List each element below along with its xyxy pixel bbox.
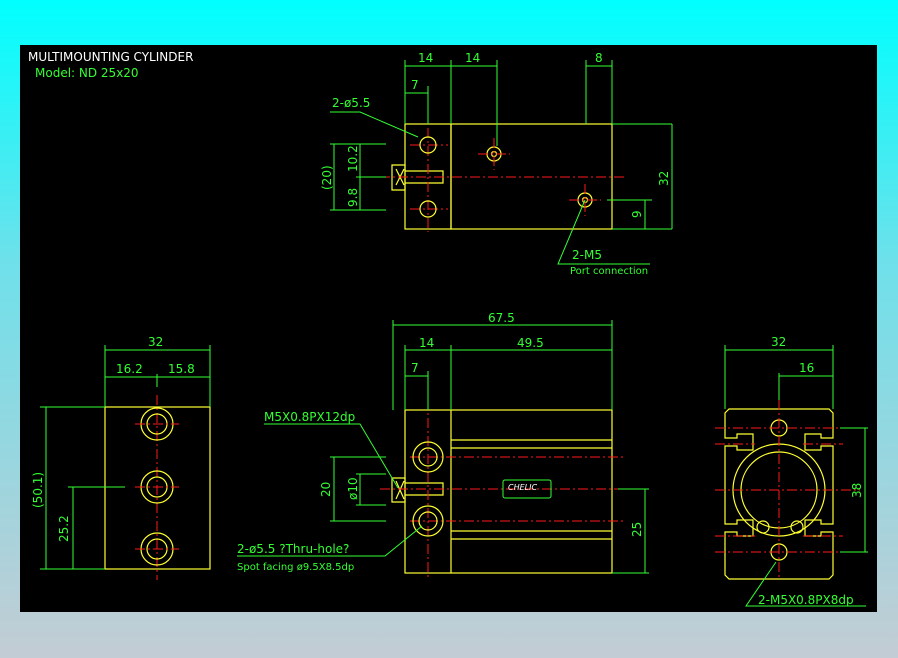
drawing-title: MULTIMOUNTING CYLINDER — [28, 50, 193, 64]
dimension-label: 38 — [850, 483, 864, 498]
dimension-label: Port connection — [570, 266, 648, 277]
dimension-label: 2-ø5.5 ?Thru-hole? — [237, 542, 349, 556]
dimension-label: CHELIC — [508, 483, 537, 492]
dimension-label: 2-ø5.5 — [332, 96, 370, 110]
dimension-label: 8 — [595, 51, 603, 65]
dimension-label: 2-M5X0.8PX8dp — [758, 593, 854, 607]
dimension-label: 32 — [148, 335, 163, 349]
dimension-label: M5X0.8PX12dp — [264, 410, 355, 424]
dimension-label: 15.8 — [168, 362, 195, 376]
dimension-label: 16 — [799, 361, 814, 375]
cad-drawing: MULTIMOUNTING CYLINDER Model: ND 25x20 1… — [20, 45, 877, 612]
dimension-label: 14 — [465, 51, 480, 65]
dimension-label: Spot facing ø9.5X8.5dp — [237, 562, 354, 573]
dimension-label: 20 — [319, 482, 333, 497]
dimension-label: (20) — [320, 165, 334, 190]
model-label: Model: ND 25x20 — [35, 66, 139, 80]
dimension-label: 16.2 — [116, 362, 143, 376]
dimension-label: 14 — [419, 336, 434, 350]
dimension-label: (50.1) — [31, 472, 45, 508]
dimension-label: 25.2 — [57, 515, 71, 542]
dimension-label: 32 — [657, 171, 671, 186]
dimension-label: 2-M5 — [572, 248, 602, 262]
dimension-label: 9 — [630, 210, 644, 218]
dimension-label: ø10 — [346, 477, 360, 500]
dimension-label: 67.5 — [488, 311, 515, 325]
dimension-label: 25 — [630, 522, 644, 537]
dimension-label: 14 — [418, 51, 433, 65]
dimension-label: 32 — [771, 335, 786, 349]
dimension-label: 10.2 — [346, 145, 360, 172]
dimension-label: 7 — [411, 361, 419, 375]
drawing-canvas — [20, 45, 877, 612]
dimension-label: 9.8 — [346, 188, 360, 207]
dimension-label: 7 — [411, 78, 419, 92]
dimension-label: 49.5 — [517, 336, 544, 350]
